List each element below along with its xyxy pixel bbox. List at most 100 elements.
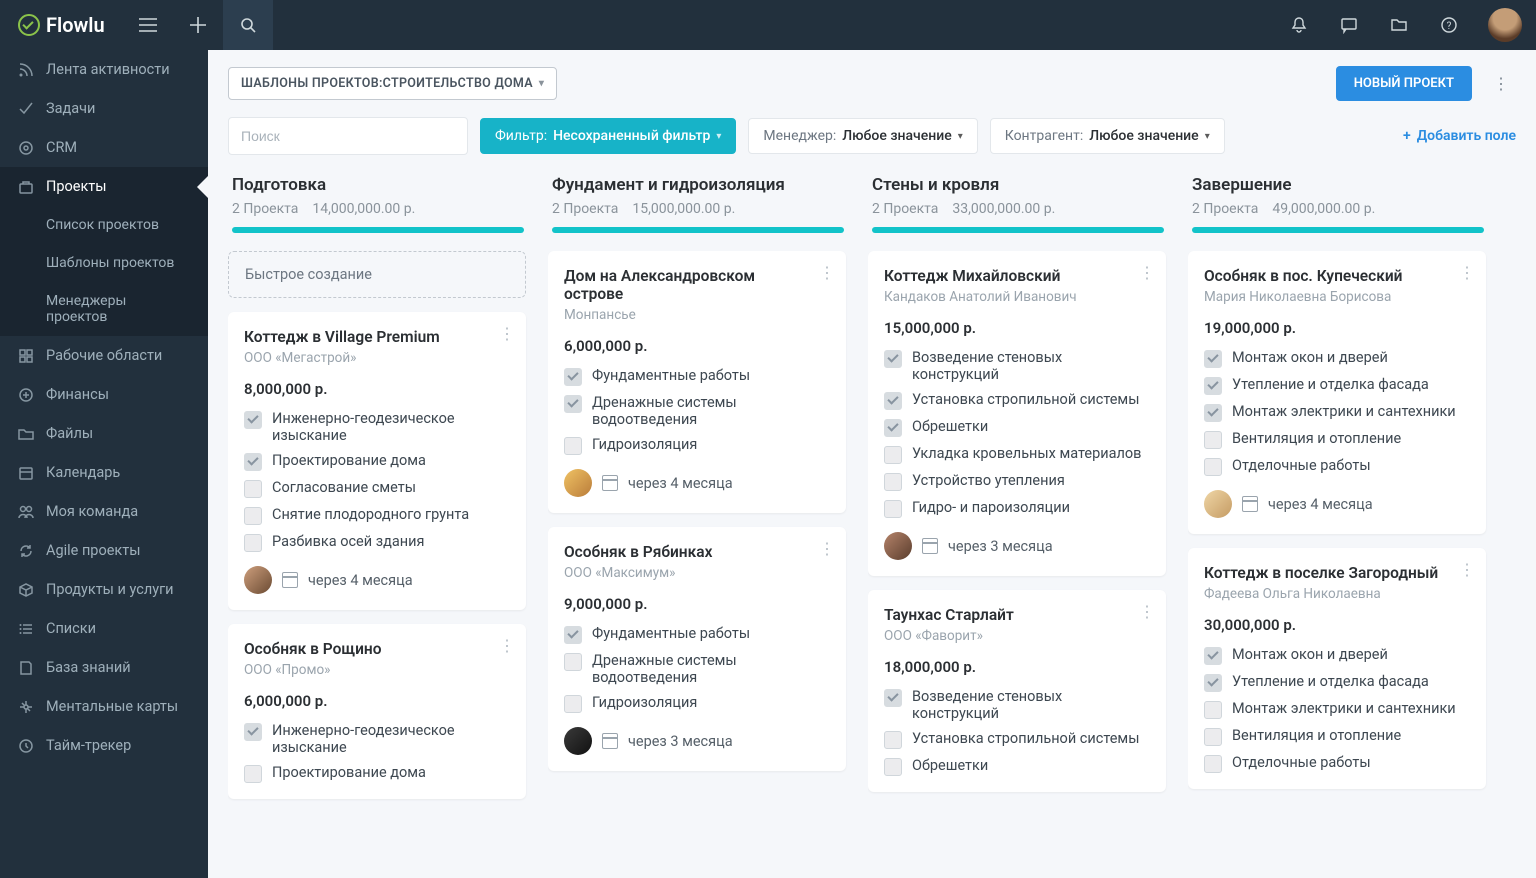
checkbox-icon[interactable] — [244, 453, 262, 471]
card-task[interactable]: Установка стропильной системы — [884, 391, 1150, 410]
card-task[interactable]: Монтаж электрики и сантехники — [1204, 700, 1470, 719]
project-card[interactable]: ⋮Таунхас СтарлайтООО «Фаворит»18,000,000… — [868, 590, 1166, 792]
card-menu-button[interactable]: ⋮ — [819, 539, 836, 558]
card-menu-button[interactable]: ⋮ — [1459, 560, 1476, 579]
checkbox-icon[interactable] — [1204, 377, 1222, 395]
menu-toggle-button[interactable] — [123, 0, 173, 50]
card-task[interactable]: Дренажные системы водоотведения — [564, 652, 830, 686]
card-task[interactable]: Снятие плодородного грунта — [244, 506, 510, 525]
notifications-button[interactable] — [1274, 0, 1324, 50]
card-task[interactable]: Монтаж окон и дверей — [1204, 349, 1470, 368]
card-task[interactable]: Гидро- и пароизоляции — [884, 499, 1150, 518]
card-task[interactable]: Отделочные работы — [1204, 457, 1470, 476]
quick-create-button[interactable]: Быстрое создание — [228, 251, 526, 298]
checkbox-icon[interactable] — [1204, 431, 1222, 449]
documents-button[interactable] — [1374, 0, 1424, 50]
contragent-pill[interactable]: Контрагент: Любое значение ▾ — [990, 118, 1225, 154]
card-task[interactable]: Монтаж электрики и сантехники — [1204, 403, 1470, 422]
filter-pill[interactable]: Фильтр: Несохраненный фильтр ▾ — [480, 118, 736, 154]
user-avatar[interactable] — [1488, 8, 1522, 42]
manager-pill[interactable]: Менеджер: Любое значение ▾ — [748, 118, 977, 154]
card-task[interactable]: Утепление и отделка фасада — [1204, 376, 1470, 395]
checkbox-icon[interactable] — [564, 437, 582, 455]
card-task[interactable]: Согласование сметы — [244, 479, 510, 498]
add-field-button[interactable]: + Добавить поле — [1403, 128, 1516, 144]
card-menu-button[interactable]: ⋮ — [499, 324, 516, 343]
sidebar-subitem-0[interactable]: Список проектов — [0, 206, 208, 244]
template-chip[interactable]: ШАБЛОНЫ ПРОЕКТОВ:СТРОИТЕЛЬСТВО ДОМА ▾ — [228, 67, 557, 100]
card-task[interactable]: Монтаж окон и дверей — [1204, 646, 1470, 665]
checkbox-icon[interactable] — [1204, 755, 1222, 773]
sidebar-item-12[interactable]: База знаний — [0, 648, 208, 687]
chat-button[interactable] — [1324, 0, 1374, 50]
card-menu-button[interactable]: ⋮ — [1139, 263, 1156, 282]
checkbox-icon[interactable] — [564, 653, 582, 671]
checkbox-icon[interactable] — [884, 689, 902, 707]
sidebar-item-7[interactable]: Календарь — [0, 453, 208, 492]
new-project-button[interactable]: НОВЫЙ ПРОЕКТ — [1336, 66, 1472, 101]
card-task[interactable]: Обрешетки — [884, 418, 1150, 437]
card-task[interactable]: Отделочные работы — [1204, 754, 1470, 773]
sidebar-item-9[interactable]: Agile проекты — [0, 531, 208, 570]
sidebar-item-11[interactable]: Списки — [0, 609, 208, 648]
checkbox-icon[interactable] — [244, 723, 262, 741]
checkbox-icon[interactable] — [884, 446, 902, 464]
sidebar-item-5[interactable]: Финансы — [0, 375, 208, 414]
quick-add-button[interactable] — [173, 0, 223, 50]
card-task[interactable]: Фундаментные работы — [564, 367, 830, 386]
brand-logo[interactable]: Flowlu — [0, 0, 123, 50]
card-task[interactable]: Возведение стеновых конструкций — [884, 349, 1150, 383]
checkbox-icon[interactable] — [1204, 404, 1222, 422]
assignee-avatar[interactable] — [884, 532, 912, 560]
project-card[interactable]: ⋮Коттедж в поселке ЗагородныйФадеева Оль… — [1188, 548, 1486, 789]
checkbox-icon[interactable] — [244, 411, 262, 429]
checkbox-icon[interactable] — [1204, 458, 1222, 476]
assignee-avatar[interactable] — [564, 469, 592, 497]
sidebar-item-2[interactable]: CRM — [0, 128, 208, 167]
project-card[interactable]: ⋮Особняк в пос. КупеческийМария Николаев… — [1188, 251, 1486, 534]
card-menu-button[interactable]: ⋮ — [1139, 602, 1156, 621]
global-search-button[interactable] — [223, 0, 273, 50]
checkbox-icon[interactable] — [244, 765, 262, 783]
checkbox-icon[interactable] — [884, 758, 902, 776]
card-menu-button[interactable]: ⋮ — [1459, 263, 1476, 282]
project-card[interactable]: ⋮Дом на Александровском островеМонпансье… — [548, 251, 846, 513]
assignee-avatar[interactable] — [244, 566, 272, 594]
checkbox-icon[interactable] — [884, 500, 902, 518]
checkbox-icon[interactable] — [1204, 728, 1222, 746]
card-menu-button[interactable]: ⋮ — [819, 263, 836, 282]
checkbox-icon[interactable] — [884, 350, 902, 368]
card-menu-button[interactable]: ⋮ — [499, 636, 516, 655]
sidebar-subitem-1[interactable]: Шаблоны проектов — [0, 244, 208, 282]
card-task[interactable]: Разбивка осей здания — [244, 533, 510, 552]
card-task[interactable]: Вентиляция и отопление — [1204, 430, 1470, 449]
sidebar-subitem-2[interactable]: Менеджеры проектов — [0, 282, 208, 336]
card-task[interactable]: Гидроизоляция — [564, 436, 830, 455]
card-task[interactable]: Инженерно-геодезическое изыскание — [244, 410, 510, 444]
checkbox-icon[interactable] — [884, 419, 902, 437]
checkbox-icon[interactable] — [884, 392, 902, 410]
card-task[interactable]: Установка стропильной системы — [884, 730, 1150, 749]
card-task[interactable]: Фундаментные работы — [564, 625, 830, 644]
card-task[interactable]: Устройство утепления — [884, 472, 1150, 491]
card-task[interactable]: Укладка кровельных материалов — [884, 445, 1150, 464]
sidebar-item-0[interactable]: Лента активности — [0, 50, 208, 89]
card-task[interactable]: Проектирование дома — [244, 764, 510, 783]
page-more-button[interactable]: ⋮ — [1486, 69, 1516, 99]
sidebar-item-6[interactable]: Файлы — [0, 414, 208, 453]
sidebar-item-8[interactable]: Моя команда — [0, 492, 208, 531]
sidebar-item-13[interactable]: Ментальные карты — [0, 687, 208, 726]
help-button[interactable]: ? — [1424, 0, 1474, 50]
card-task[interactable]: Проектирование дома — [244, 452, 510, 471]
assignee-avatar[interactable] — [564, 727, 592, 755]
checkbox-icon[interactable] — [884, 731, 902, 749]
checkbox-icon[interactable] — [244, 480, 262, 498]
assignee-avatar[interactable] — [1204, 490, 1232, 518]
project-card[interactable]: ⋮Коттедж МихайловскийКандаков Анатолий И… — [868, 251, 1166, 576]
card-task[interactable]: Обрешетки — [884, 757, 1150, 776]
checkbox-icon[interactable] — [564, 368, 582, 386]
checkbox-icon[interactable] — [244, 534, 262, 552]
project-card[interactable]: ⋮Коттедж в Village PremiumООО «Мегастрой… — [228, 312, 526, 610]
checkbox-icon[interactable] — [564, 395, 582, 413]
checkbox-icon[interactable] — [1204, 350, 1222, 368]
